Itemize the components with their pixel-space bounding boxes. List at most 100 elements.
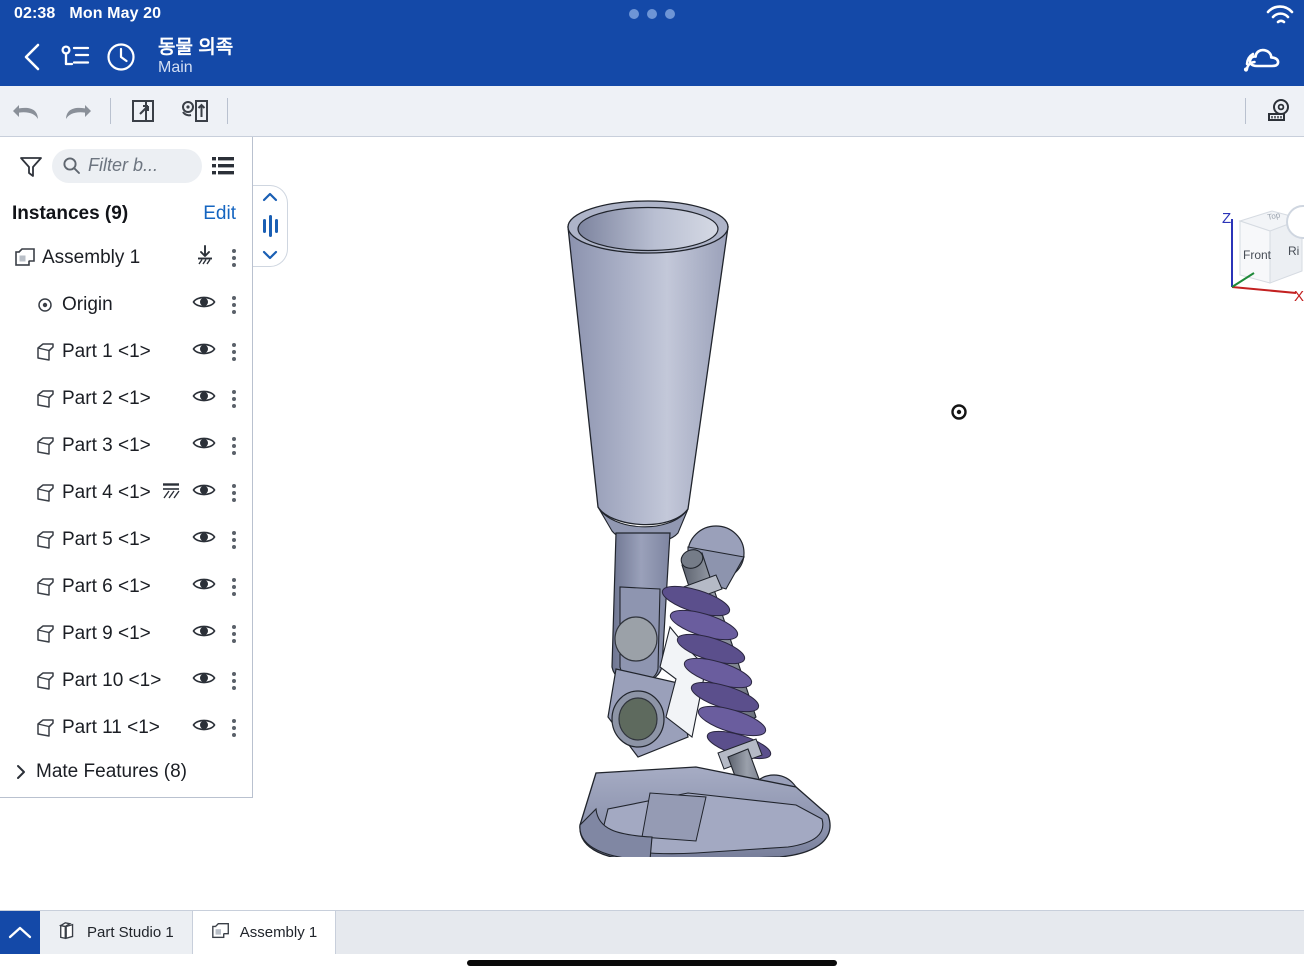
app-header-bar: 동물 의족 Main [0, 28, 1304, 86]
tree-row-part-4-1[interactable]: Part 4 <1> [0, 469, 252, 516]
eye-visible-icon[interactable] [192, 622, 216, 645]
eye-visible-icon[interactable] [192, 528, 216, 551]
tree-row-part-9-1[interactable]: Part 9 <1> [0, 610, 252, 657]
part-icon [28, 623, 62, 645]
status-bar-left: 02:38 Mon May 20 [14, 5, 161, 23]
document-title: 동물 의족 [158, 36, 234, 58]
eye-visible-icon[interactable] [192, 387, 216, 410]
search-input[interactable]: Filter b... [52, 148, 202, 183]
tree-row-part-2-1[interactable]: Part 2 <1> [0, 375, 252, 422]
mate-features-section[interactable]: Mate Features (8) [0, 751, 252, 793]
tree-rows-container: Origin Part 1 <1> Part 2 <1> Part 3 <1> … [0, 281, 252, 751]
kebab-menu-icon[interactable] [226, 433, 242, 459]
tree-row-actions [192, 292, 242, 318]
kebab-menu-icon[interactable] [226, 574, 242, 600]
tree-row-part-1-1[interactable]: Part 1 <1> [0, 328, 252, 375]
list-view-icon [212, 156, 234, 174]
kebab-menu-icon[interactable] [226, 715, 242, 741]
list-view-button[interactable] [208, 155, 238, 177]
measure-button[interactable] [1252, 86, 1304, 137]
tab-bar-collapse-button[interactable] [0, 911, 40, 954]
tree-row-label: Origin [62, 293, 113, 315]
instances-count-label: Instances (9) [12, 203, 129, 224]
part-icon [28, 717, 62, 739]
insert-part-icon [132, 100, 154, 122]
document-tab-bar: Part Studio 1 Assembly 1 [0, 910, 1304, 954]
version-history-button[interactable] [98, 40, 144, 74]
eye-visible-icon[interactable] [192, 340, 216, 363]
document-title-block[interactable]: 동물 의족 Main [158, 36, 234, 77]
toolbar-divider-2 [227, 98, 228, 124]
cloud-sync-icon [1243, 48, 1280, 72]
home-indicator[interactable] [467, 960, 837, 966]
tree-row-assembly-root[interactable]: Assembly 1 [0, 234, 252, 281]
redo-button[interactable] [52, 86, 104, 137]
eye-visible-icon[interactable] [192, 669, 216, 692]
instances-section-header: Instances (9) Edit [0, 194, 252, 234]
view-cube[interactable]: Front Ri Top Z X [1210, 195, 1304, 307]
eye-visible-icon[interactable] [192, 575, 216, 598]
axis-x-label: X [1294, 288, 1304, 305]
tree-row-part-10-1[interactable]: Part 10 <1> [0, 657, 252, 704]
kebab-menu-icon[interactable] [226, 480, 242, 506]
tree-row-origin[interactable]: Origin [0, 281, 252, 328]
assembly-model-render[interactable] [520, 197, 940, 862]
part-icon [28, 341, 62, 363]
eye-visible-icon[interactable] [192, 293, 216, 316]
eye-visible-icon[interactable] [192, 716, 216, 739]
tab-assembly-1[interactable]: Assembly 1 [192, 911, 337, 954]
tree-row-label: Part 11 <1> [62, 716, 160, 738]
undo-button[interactable] [0, 86, 52, 137]
kebab-menu-icon[interactable] [226, 621, 242, 647]
tree-row-part-3-1[interactable]: Part 3 <1> [0, 422, 252, 469]
ground-fix-icon[interactable] [160, 479, 182, 506]
tree-row-part-6-1[interactable]: Part 6 <1> [0, 563, 252, 610]
back-button[interactable] [12, 41, 52, 73]
chevron-left-icon [24, 43, 40, 71]
panel-resize-handle[interactable] [253, 185, 288, 267]
feature-list-icon [61, 45, 90, 66]
part-studio-icon [58, 921, 78, 945]
eye-visible-icon[interactable] [192, 481, 216, 504]
status-date: Mon May 20 [69, 5, 162, 22]
bottom-safe-area [0, 954, 1304, 978]
kebab-menu-icon[interactable] [226, 527, 242, 553]
kebab-menu-icon[interactable] [226, 386, 242, 412]
kebab-menu-icon[interactable] [226, 292, 242, 318]
tree-row-actions [192, 574, 242, 600]
axis-z-label: Z [1222, 210, 1231, 227]
eye-visible-icon[interactable] [192, 434, 216, 457]
redo-icon [66, 105, 91, 119]
transform-button[interactable] [169, 86, 221, 137]
tree-row-label: Part 3 <1> [62, 434, 151, 456]
tree-row-actions [192, 339, 242, 365]
kebab-menu-icon[interactable] [226, 668, 242, 694]
camera-cutout-dots-icon [629, 9, 675, 19]
ground-fix-icon[interactable] [194, 244, 216, 271]
onshape-assembly-app: 02:38 Mon May 20 동물 의족 Main Front Ri Top… [0, 0, 1304, 978]
part-icon [28, 388, 62, 410]
filter-funnel-button[interactable] [14, 153, 48, 179]
tree-row-part-5-1[interactable]: Part 5 <1> [0, 516, 252, 563]
kebab-menu-icon[interactable] [226, 339, 242, 365]
cloud-sync-button[interactable] [1240, 42, 1288, 81]
kebab-menu-icon[interactable] [226, 245, 242, 271]
filter-funnel-icon [20, 156, 42, 177]
assembly-icon [211, 921, 231, 945]
tree-row-part-11-1[interactable]: Part 11 <1> [0, 704, 252, 751]
tab-part-studio-1[interactable]: Part Studio 1 [40, 911, 193, 954]
insert-part-button[interactable] [117, 86, 169, 137]
edit-button[interactable]: Edit [203, 203, 236, 225]
feature-list-button[interactable] [52, 41, 98, 73]
assembly-icon [8, 247, 42, 269]
tree-row-label: Part 1 <1> [62, 340, 151, 362]
transform-icon [182, 100, 208, 122]
tree-row-actions [192, 527, 242, 553]
tree-row-label: Part 4 <1> [62, 481, 151, 503]
part-icon [28, 670, 62, 692]
part-icon [28, 576, 62, 598]
tab-label: Assembly 1 [239, 924, 318, 941]
origin-icon [28, 296, 62, 314]
tree-row-actions [192, 433, 242, 459]
drag-grip-icon [262, 215, 278, 237]
